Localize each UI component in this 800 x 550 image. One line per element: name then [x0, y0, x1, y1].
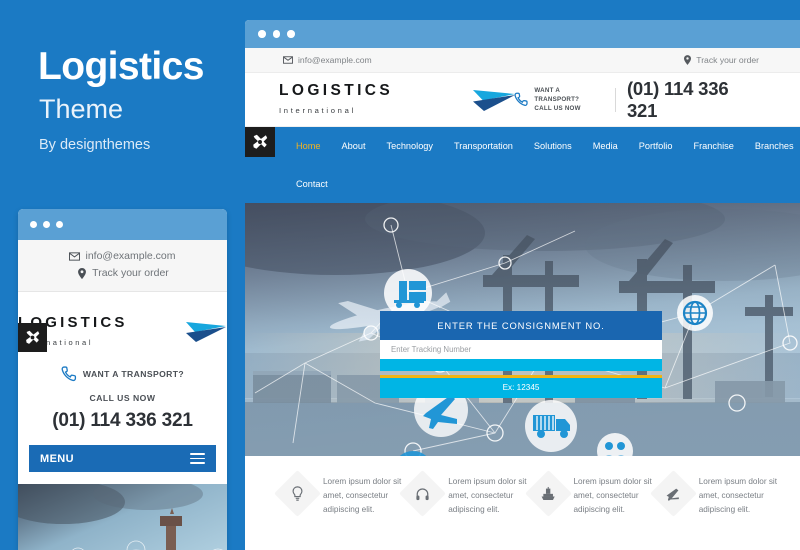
- feature-item[interactable]: Lorem ipsum dolor sit amet, consectetur …: [649, 470, 782, 517]
- map-pin-icon: [684, 55, 692, 65]
- ship-icon: [524, 470, 572, 517]
- mobile-preview: info@example.com Track your order LOGIST…: [18, 209, 227, 550]
- form-example-label: Ex: 12345: [380, 378, 662, 398]
- nav-item-about[interactable]: About: [342, 141, 379, 151]
- nav-item-transportation[interactable]: Transportation: [454, 141, 526, 151]
- feature-text: Lorem ipsum dolor sit amet, consectetur …: [698, 477, 778, 515]
- tools-badge[interactable]: [245, 127, 275, 157]
- nav-item-media[interactable]: Media: [593, 141, 631, 151]
- promo-subtitle: Theme: [39, 94, 124, 124]
- mobile-want-transport: WANT A TRANSPORT?: [18, 366, 227, 382]
- desktop-header: LOGISTICS International WANT A TRANSPORT…: [245, 73, 800, 127]
- feature-text: Lorem ipsum dolor sit amet, consectetur …: [573, 477, 652, 515]
- map-pin-icon: [76, 268, 87, 279]
- want-transport-line2: CALL US NOW: [534, 105, 581, 113]
- airplane-icon: [649, 470, 697, 517]
- screenshot-stage: Logistics Theme By designthemes info@exa…: [0, 0, 800, 550]
- form-heading: ENTER THE CONSIGNMENT NO.: [380, 311, 662, 340]
- mobile-email-row[interactable]: info@example.com: [18, 248, 227, 265]
- feature-item[interactable]: Lorem ipsum dolor sit amet, consectetur …: [524, 470, 657, 517]
- forklift-icon: [384, 269, 432, 317]
- consignment-tracking-form: ENTER THE CONSIGNMENT NO. Enter Tracking…: [380, 311, 662, 398]
- mobile-call-text: CALL US NOW: [89, 393, 156, 403]
- envelope-icon: [283, 56, 293, 64]
- mobile-logo[interactable]: LOGISTICS International: [18, 292, 227, 356]
- features-strip: Lorem ipsum dolor sit amet, consectetur …: [245, 456, 800, 550]
- feature-item[interactable]: Lorem ipsum dolor sit amet, consectetur …: [274, 470, 406, 517]
- promo-title: Logistics: [38, 45, 204, 88]
- desktop-topbar: info@example.com Track your order: [245, 48, 800, 73]
- feature-text: Lorem ipsum dolor sit amet, consectetur …: [323, 477, 402, 515]
- logo-arrow-icon: [472, 88, 515, 112]
- window-dot-green[interactable]: [287, 30, 295, 38]
- email-text: info@example.com: [298, 55, 372, 65]
- want-transport-line1: WANT A TRANSPORT?: [534, 86, 580, 103]
- tools-icon: [26, 330, 40, 344]
- mobile-browser-chrome: [18, 209, 227, 240]
- mobile-phone-number[interactable]: (01) 114 336 321: [18, 410, 227, 432]
- nav-item-technology[interactable]: Technology: [387, 141, 446, 151]
- form-band-upper: [380, 359, 662, 371]
- mobile-menu-button[interactable]: MENU: [29, 445, 216, 472]
- people-icon: [597, 433, 633, 456]
- window-dot-yellow[interactable]: [272, 30, 280, 38]
- hero-section: $ ENTER THE CONSIGNMENT NO. Enter Tracki…: [245, 203, 800, 456]
- nav-row-primary: Home About Technology Transportation Sol…: [296, 127, 800, 165]
- nav-item-franchise[interactable]: Franchise: [693, 141, 746, 151]
- nav-item-contact[interactable]: Contact: [296, 179, 341, 189]
- nav-item-solutions[interactable]: Solutions: [534, 141, 585, 151]
- mobile-tools-badge[interactable]: [18, 323, 47, 352]
- mobile-track-row[interactable]: Track your order: [18, 265, 227, 282]
- nav-item-home[interactable]: Home: [296, 141, 334, 151]
- header-phone-number[interactable]: (01) 114 336 321: [627, 78, 759, 122]
- desktop-preview: info@example.com Track your order LOGIST…: [245, 20, 800, 550]
- logo-main-text: LOGISTICS: [279, 81, 394, 99]
- window-dot-green[interactable]: [56, 221, 63, 228]
- mobile-topbar: info@example.com Track your order: [18, 240, 227, 292]
- mobile-email-text: info@example.com: [85, 250, 176, 262]
- nav-item-portfolio[interactable]: Portfolio: [639, 141, 686, 151]
- track-order-text: Track your order: [696, 55, 759, 65]
- header-contact-block: WANT A TRANSPORT? CALL US NOW (01) 114 3…: [514, 78, 759, 122]
- header-divider: [614, 87, 616, 112]
- nav-row-secondary: Contact: [296, 165, 800, 203]
- mobile-menu-label: MENU: [40, 452, 74, 465]
- tracking-number-input[interactable]: Enter Tracking Number: [380, 340, 662, 359]
- feature-item[interactable]: Lorem ipsum dolor sit amet, consectetur …: [399, 470, 531, 517]
- promo-author: By designthemes: [39, 137, 151, 153]
- window-dot-red[interactable]: [258, 30, 266, 38]
- logo-arrow-icon: [185, 320, 227, 344]
- mobile-track-text: Track your order: [92, 267, 169, 279]
- headphones-icon: [399, 470, 447, 517]
- tools-icon: [253, 134, 268, 149]
- envelope-icon: [69, 251, 81, 262]
- feature-text: Lorem ipsum dolor sit amet, consectetur …: [448, 477, 527, 515]
- hamburger-icon: [190, 451, 205, 467]
- truck-icon: [525, 400, 577, 452]
- track-order-link[interactable]: Track your order: [684, 55, 759, 65]
- globe-icon: [677, 295, 713, 331]
- email-link[interactable]: info@example.com: [283, 55, 372, 65]
- window-dot-red[interactable]: [30, 221, 37, 228]
- mobile-want-text: WANT A TRANSPORT?: [82, 369, 185, 379]
- dollar-icon: $: [399, 451, 427, 456]
- logo-sub-text: International: [279, 105, 356, 115]
- desktop-browser-chrome: [245, 20, 800, 48]
- mobile-hero-image: [18, 484, 227, 550]
- want-transport-block: WANT A TRANSPORT? CALL US NOW: [514, 86, 604, 114]
- nav-item-branches[interactable]: Branches: [755, 141, 800, 151]
- desktop-navbar: Home About Technology Transportation Sol…: [245, 127, 800, 203]
- desktop-logo[interactable]: LOGISTICS International: [279, 81, 515, 118]
- phone-icon: [61, 366, 76, 382]
- lightbulb-icon: [274, 470, 321, 517]
- window-dot-yellow[interactable]: [43, 221, 50, 228]
- phone-icon: [514, 92, 528, 106]
